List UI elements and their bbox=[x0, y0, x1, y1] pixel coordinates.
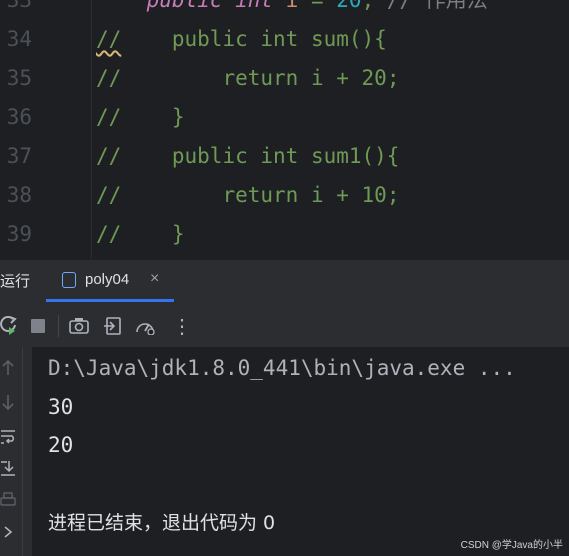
code-token: ; bbox=[361, 0, 387, 12]
code-line: public int i = 20; // 作用法 bbox=[96, 0, 488, 20]
line-number: 38 bbox=[6, 183, 32, 207]
code-token: 20 bbox=[336, 0, 362, 12]
comment-marker: // bbox=[96, 183, 122, 207]
scroll-up-icon[interactable] bbox=[0, 359, 16, 381]
code-token: // 作用法 bbox=[386, 0, 488, 12]
rerun-icon[interactable] bbox=[0, 315, 18, 340]
active-tab-indicator bbox=[46, 299, 174, 302]
expand-chevron-icon[interactable] bbox=[0, 523, 16, 545]
print-icon[interactable] bbox=[0, 491, 16, 513]
code-editor[interactable]: 33 34 35 36 37 38 39 public int i = 20; // 作用法… bbox=[0, 0, 569, 259]
scroll-down-icon[interactable] bbox=[0, 393, 16, 415]
output-line-1: 30 bbox=[48, 395, 74, 419]
line-number: 34 bbox=[6, 27, 32, 51]
exit-icon[interactable] bbox=[104, 317, 122, 340]
code-token: return i + 20; bbox=[222, 66, 400, 90]
profiler-icon[interactable] bbox=[135, 317, 155, 340]
watermark: CSDN @学Java的小半 bbox=[460, 540, 563, 551]
output-line-2: 20 bbox=[48, 433, 74, 457]
code-token: public bbox=[146, 0, 236, 12]
run-panel-label: 运行 bbox=[0, 273, 31, 290]
close-tab-icon[interactable]: × bbox=[150, 270, 159, 288]
console-output[interactable]: D:\Java\jdk1.8.0_441\bin\java.exe ... 30… bbox=[32, 347, 569, 556]
code-token: } bbox=[171, 105, 185, 129]
line-number: 35 bbox=[6, 66, 32, 90]
code-token: = bbox=[310, 0, 337, 12]
toolbar-divider bbox=[58, 315, 59, 337]
code-line: // return i + 10; bbox=[96, 176, 399, 215]
code-line: // } bbox=[96, 98, 185, 137]
code-token: } bbox=[171, 222, 185, 246]
comment-marker: // bbox=[96, 222, 122, 246]
console-panel: D:\Java\jdk1.8.0_441\bin\java.exe ... 30… bbox=[0, 347, 569, 556]
line-number-gutter: 33 34 35 36 37 38 39 bbox=[0, 0, 86, 259]
comment-marker: // bbox=[96, 105, 122, 129]
line-number: 39 bbox=[6, 222, 32, 246]
line-number: 36 bbox=[6, 105, 32, 129]
comment-marker: // bbox=[96, 27, 122, 51]
code-token: i bbox=[285, 0, 311, 12]
code-line: // public int sum1(){ bbox=[96, 137, 399, 176]
code-token: public int sum1(){ bbox=[171, 144, 400, 168]
console-side-toolbar bbox=[0, 347, 23, 556]
soft-wrap-icon[interactable] bbox=[0, 427, 16, 449]
comment-marker: // bbox=[96, 66, 122, 90]
scroll-to-end-icon[interactable] bbox=[0, 459, 16, 481]
exit-message: 进程已结束，退出代码为 0 bbox=[48, 512, 276, 534]
code-token: int bbox=[235, 0, 286, 12]
line-number: 33 bbox=[6, 0, 32, 12]
indent-guide bbox=[91, 0, 92, 259]
screenshot-icon[interactable] bbox=[69, 317, 89, 340]
code-line: // } bbox=[96, 215, 185, 254]
run-toolbar: ⋮ bbox=[0, 305, 569, 348]
command-line: D:\Java\jdk1.8.0_441\bin\java.exe ... bbox=[48, 356, 516, 380]
code-token: public int sum(){ bbox=[171, 27, 387, 51]
line-number: 37 bbox=[6, 144, 32, 168]
code-token: return i + 10; bbox=[222, 183, 400, 207]
code-line: // return i + 20; bbox=[96, 59, 399, 98]
comment-marker: // bbox=[96, 144, 122, 168]
stop-icon[interactable] bbox=[30, 318, 46, 339]
run-config-icon bbox=[62, 272, 76, 288]
code-line: // public int sum(){ bbox=[96, 20, 387, 59]
tab-label: poly04 bbox=[85, 271, 130, 288]
more-options-icon[interactable]: ⋮ bbox=[172, 314, 192, 338]
